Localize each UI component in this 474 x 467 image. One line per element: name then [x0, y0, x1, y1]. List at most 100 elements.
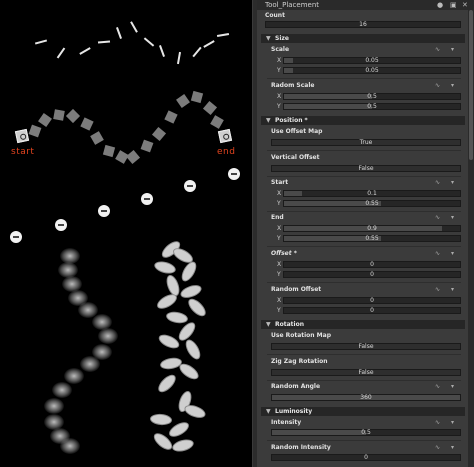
square-mark [202, 100, 218, 116]
divider [267, 150, 461, 151]
expand-icon[interactable]: ▾ [451, 419, 454, 426]
offset-y-field[interactable]: 0 [283, 271, 461, 278]
curve-icon[interactable]: ∿ [435, 383, 440, 390]
end-handle[interactable] [217, 128, 233, 144]
expand-icon[interactable]: ▾ [451, 179, 454, 186]
square-mark [38, 113, 52, 127]
preview-viewport[interactable]: start end [0, 0, 252, 467]
divider [267, 440, 461, 441]
section-luminosity-label: Luminosity [275, 408, 313, 415]
random-scale-y-field[interactable]: 0.5 [283, 103, 461, 110]
soft-brush-dab [60, 438, 80, 454]
random-intensity-label: Random Intensity [271, 444, 331, 451]
expand-icon[interactable]: ▾ [451, 250, 454, 257]
random-intensity-field[interactable]: 0 [271, 454, 461, 461]
random-offset-x-value: 0 [370, 297, 374, 304]
expand-icon[interactable]: ▾ [451, 286, 454, 293]
square-mark [176, 94, 190, 108]
expand-icon[interactable]: ▾ [451, 383, 454, 390]
scale-x-field[interactable]: 0.05 [283, 57, 461, 64]
offset-x-field[interactable]: 0 [283, 261, 461, 268]
expand-icon[interactable]: ▾ [451, 46, 454, 53]
start-y-field[interactable]: 0.55 [283, 200, 461, 207]
square-mark [164, 110, 178, 124]
panel-scrollbar[interactable] [468, 10, 474, 467]
use-rotation-map-select[interactable]: False [271, 343, 461, 350]
petal-mark [165, 310, 189, 325]
y-axis-label: Y [277, 67, 281, 74]
square-mark [65, 108, 81, 124]
intensity-field[interactable]: 0.5 [271, 429, 461, 436]
lock-icon[interactable]: ● [437, 1, 443, 9]
curve-icon[interactable]: ∿ [435, 419, 440, 426]
curve-icon[interactable]: ∿ [435, 444, 440, 451]
divider [267, 211, 461, 212]
start-handle[interactable] [14, 128, 30, 144]
curve-icon[interactable]: ∿ [435, 250, 440, 257]
curve-icon[interactable]: ∿ [435, 46, 440, 53]
use-offset-map-value: True [359, 139, 373, 146]
petal-mark [170, 437, 196, 454]
end-y-field[interactable]: 0.55 [283, 235, 461, 242]
collapse-triangle-icon: ▼ [266, 35, 271, 42]
close-icon[interactable]: ✕ [462, 1, 468, 9]
random-angle-field[interactable]: 360 [271, 394, 461, 401]
petal-mark [182, 402, 208, 421]
stroke-mark [143, 37, 155, 47]
petal-mark [154, 291, 180, 312]
stroke-mark [130, 21, 138, 33]
soft-brush-dab [64, 368, 84, 384]
random-intensity-value: 0 [364, 454, 368, 461]
disc-mark [55, 219, 67, 231]
section-position[interactable]: ▼ Position * [261, 116, 465, 125]
random-offset-y-field[interactable]: 0 [283, 307, 461, 314]
divider [267, 78, 461, 79]
section-luminosity[interactable]: ▼ Luminosity [261, 407, 465, 416]
expand-icon[interactable]: ▾ [451, 214, 454, 221]
use-offset-map-select[interactable]: True [271, 139, 461, 146]
panel-titlebar: Tool_Placement ● ▣ ✕ [257, 0, 474, 10]
section-rotation[interactable]: ▼ Rotation [261, 320, 465, 329]
square-mark [151, 126, 167, 142]
end-x-field[interactable]: 0.9 [283, 225, 461, 232]
curve-icon[interactable]: ∿ [435, 286, 440, 293]
section-rotation-label: Rotation [275, 321, 304, 328]
random-offset-x-field[interactable]: 0 [283, 297, 461, 304]
scale-y-field[interactable]: 0.05 [283, 67, 461, 74]
stroke-mark [97, 40, 111, 44]
vertical-offset-value: False [358, 165, 374, 172]
divider [267, 246, 461, 247]
vertical-offset-select[interactable]: False [271, 165, 461, 172]
start-x-field[interactable]: 0.1 [283, 190, 461, 197]
curve-icon[interactable]: ∿ [435, 82, 440, 89]
expand-icon[interactable]: ▾ [451, 82, 454, 89]
curve-icon[interactable]: ∿ [435, 179, 440, 186]
divider [267, 380, 461, 381]
window-icon[interactable]: ▣ [450, 1, 457, 9]
square-mark [90, 131, 104, 145]
soft-brush-dab [98, 328, 118, 344]
intensity-value: 0.5 [361, 429, 371, 436]
scale-x-value: 0.05 [365, 57, 379, 64]
section-size-label: Size [275, 35, 289, 42]
curve-icon[interactable]: ∿ [435, 214, 440, 221]
expand-icon[interactable]: ▾ [451, 444, 454, 451]
zig-zag-rotation-select[interactable]: False [271, 369, 461, 376]
start-label: Start [271, 179, 289, 186]
use-offset-map-label: Use Offset Map [271, 128, 323, 135]
disc-mark [228, 168, 240, 180]
soft-brush-dab [80, 356, 100, 372]
collapse-triangle-icon: ▼ [266, 117, 271, 124]
count-field[interactable]: 16 [265, 21, 461, 28]
petal-mark [185, 295, 209, 320]
stroke-mark [192, 46, 202, 58]
random-scale-x-field[interactable]: 0.5 [283, 93, 461, 100]
petal-mark [155, 371, 179, 396]
scrollbar-thumb[interactable] [469, 10, 473, 160]
soft-brush-dab [52, 382, 72, 398]
use-rotation-map-value: False [358, 343, 374, 350]
properties-panel: Tool_Placement ● ▣ ✕ Count 16 ▼ Size Sca… [257, 0, 474, 467]
disc-mark [98, 205, 110, 217]
section-size[interactable]: ▼ Size [261, 34, 465, 43]
x-axis-label: X [277, 297, 282, 304]
